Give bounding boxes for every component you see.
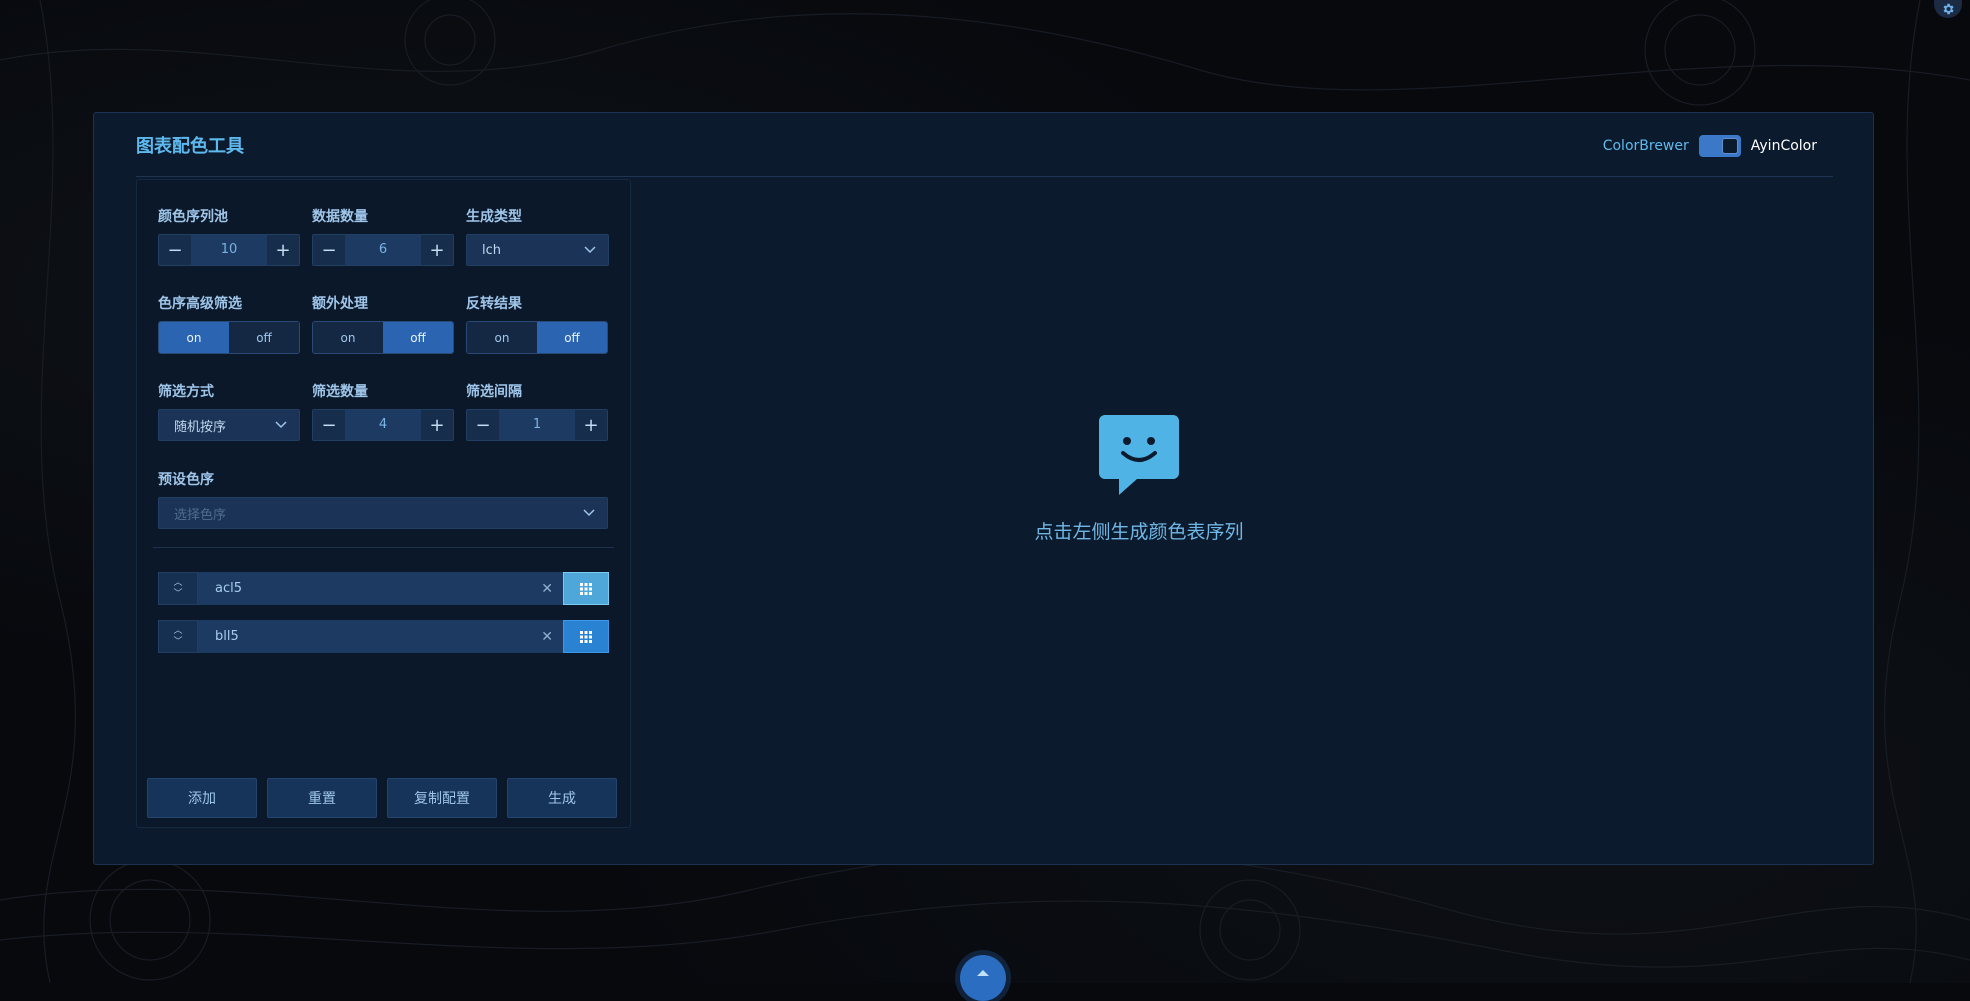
count-field: 数据数量 − 6 + [312,206,454,266]
grid-icon [580,582,592,595]
sequence-row: ︿ ﹀ bll5 ✕ [158,620,609,653]
reverse-toggle: on off [466,321,608,354]
extra-off[interactable]: off [383,322,453,353]
pool-stepper: − 10 + [158,234,300,266]
pool-decrement-button[interactable]: − [159,235,191,265]
empty-state: 点击左侧生成颜色表序列 [989,413,1289,544]
filter-method-value: 随机按序 [174,419,227,435]
filter-method-select[interactable]: 随机按序 [158,409,300,441]
count-stepper: − 6 + [312,234,454,266]
extra-label: 额外处理 [312,296,368,312]
pool-label: 颜色序列池 [158,209,228,225]
filter-interval-stepper: − 1 + [466,409,608,441]
advanced-filter-toggle: on off [158,321,300,354]
advanced-filter-label: 色序高级筛选 [158,296,242,312]
gear-icon [1943,3,1954,15]
clear-icon[interactable]: ✕ [541,629,553,645]
reverse-label: 反转结果 [466,296,522,312]
sequence-name: acl5 [215,581,242,596]
filter-count-field: 筛选数量 − 4 + [312,381,454,441]
pool-field: 颜色序列池 − 10 + [158,206,300,266]
palette-button[interactable] [563,572,609,605]
chevron-down-icon [584,246,596,254]
filter-interval-field: 筛选间隔 − 1 + [466,381,608,441]
count-value[interactable]: 6 [345,235,421,265]
chevron-up-icon [977,970,989,976]
sequence-name-input[interactable]: acl5 ✕ [198,572,563,605]
reverse-off[interactable]: off [537,322,607,353]
sequence-row: ︿ ﹀ acl5 ✕ [158,572,609,605]
pool-value[interactable]: 10 [191,235,267,265]
switch-label-colorbrewer[interactable]: ColorBrewer [1603,138,1689,154]
gen-type-label: 生成类型 [466,209,522,225]
chevron-down-icon: ﹀ [173,588,183,599]
add-button[interactable]: 添加 [147,778,257,818]
filter-interval-decrement-button[interactable]: − [467,410,499,440]
count-decrement-button[interactable]: − [313,235,345,265]
filter-interval-label: 筛选间隔 [466,384,522,400]
filter-count-stepper: − 4 + [312,409,454,441]
count-increment-button[interactable]: + [421,235,453,265]
filter-count-value[interactable]: 4 [345,410,421,440]
filter-interval-increment-button[interactable]: + [575,410,607,440]
toggle-knob [1721,138,1738,154]
gen-type-field: 生成类型 lch [466,206,609,266]
advanced-filter-on[interactable]: on [159,322,229,353]
filter-count-label: 筛选数量 [312,384,368,400]
page-title: 图表配色工具 [136,136,244,157]
reverse-field: 反转结果 on off [466,293,608,354]
reorder-handle[interactable]: ︿ ﹀ [158,572,198,605]
count-label: 数据数量 [312,209,368,225]
sequence-name-input[interactable]: bll5 ✕ [198,620,563,653]
chevron-down-icon: ﹀ [173,636,183,647]
clear-icon[interactable]: ✕ [541,581,553,597]
generate-button[interactable]: 生成 [507,778,617,818]
reset-button[interactable]: 重置 [267,778,377,818]
preset-placeholder: 选择色序 [174,507,227,523]
empty-state-text: 点击左侧生成颜色表序列 [1034,521,1244,543]
filter-method-field: 筛选方式 随机按序 [158,381,300,441]
chevron-up-icon: ︿ [173,625,183,636]
palette-button[interactable] [563,620,609,653]
filter-method-label: 筛选方式 [158,384,214,400]
config-card: 颜色序列池 − 10 + 数据数量 − 6 + 生成类型 lch 色序高级筛选 [136,179,631,828]
pool-increment-button[interactable]: + [267,235,299,265]
sequence-name: bll5 [215,629,239,644]
switch-label-ayincolor[interactable]: AyinColor [1751,138,1817,154]
reverse-on[interactable]: on [467,322,537,353]
action-bar: 添加 重置 复制配置 生成 [147,778,617,818]
filter-interval-value[interactable]: 1 [499,410,575,440]
gen-type-select[interactable]: lch [466,234,609,266]
extra-on[interactable]: on [313,322,383,353]
scroll-top-button[interactable] [960,955,1006,1001]
header-divider [136,176,1833,177]
copy-config-button[interactable]: 复制配置 [387,778,497,818]
source-toggle[interactable] [1698,135,1741,157]
section-divider [153,547,614,548]
advanced-filter-field: 色序高级筛选 on off [158,293,300,354]
source-switch: ColorBrewer AyinColor [1603,135,1817,157]
extra-toggle: on off [312,321,454,354]
advanced-filter-off[interactable]: off [229,322,299,353]
extra-field: 额外处理 on off [312,293,454,354]
filter-count-increment-button[interactable]: + [421,410,453,440]
chevron-up-icon: ︿ [173,577,183,588]
grid-icon [580,630,592,643]
reorder-handle[interactable]: ︿ ﹀ [158,620,198,653]
smile-chat-icon [1099,415,1179,495]
preset-select[interactable]: 选择色序 [158,497,608,529]
chevron-down-icon [583,509,595,517]
preset-label: 预设色序 [158,472,214,488]
preset-field: 预设色序 选择色序 [158,469,608,529]
filter-count-decrement-button[interactable]: − [313,410,345,440]
main-panel: 图表配色工具 ColorBrewer AyinColor 颜色序列池 − 10 … [93,112,1874,865]
chevron-down-icon [275,421,287,429]
gen-type-value: lch [482,242,501,258]
